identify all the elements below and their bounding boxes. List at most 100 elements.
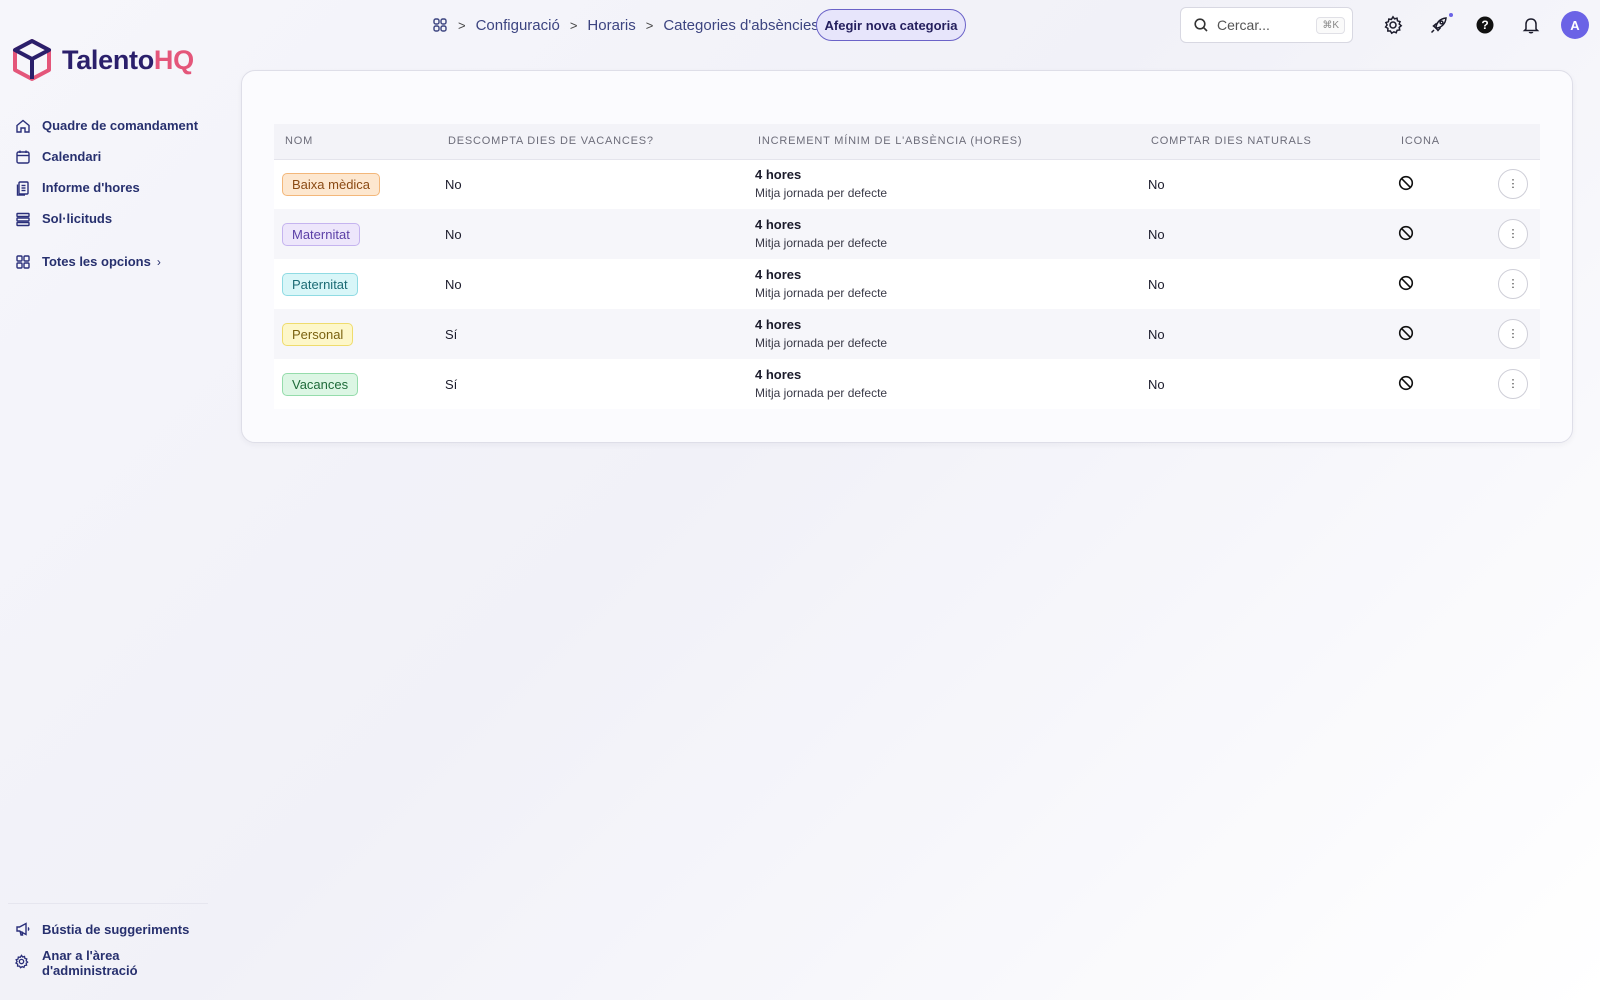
breadcrumb-item[interactable]: Configuració [476, 17, 560, 34]
column-header-natural-days[interactable]: Comptar dies naturals [1140, 124, 1390, 160]
column-header-discount[interactable]: Descompta dies de vacances? [437, 124, 747, 160]
search-input[interactable]: Cercar... ⌘K [1180, 7, 1353, 43]
category-badge[interactable]: Maternitat [282, 222, 360, 246]
sidebar-item-label: Quadre de comandament [42, 118, 199, 133]
cell-natural-days: No [1148, 226, 1165, 242]
chevron-right-icon: > [458, 17, 466, 33]
brand-name: TalentoHQ [62, 44, 194, 75]
column-header-icon: Icona [1390, 124, 1490, 160]
add-category-button[interactable]: Afegir nova categoria [816, 9, 966, 41]
more-vertical-icon: ⋮ [1507, 177, 1519, 190]
sidebar-item-dashboard[interactable]: Quadre de comandament [14, 110, 198, 141]
rocket-icon[interactable] [1428, 14, 1450, 36]
table-row[interactable]: Paternitat No 4 hores Mitja jornada per def… [274, 259, 1540, 309]
cell-increment: 4 hores Mitja jornada per defecte [747, 159, 1140, 209]
increment-value: 4 hores [755, 217, 802, 232]
increment-note: Mitja jornada per defecte [755, 386, 888, 400]
apps-grid-icon[interactable] [432, 17, 448, 33]
row-actions-button[interactable]: ⋮ [1498, 369, 1528, 399]
cell-name: Maternitat [274, 209, 437, 259]
cell-name: Vacances [274, 359, 437, 409]
sidebar-item-label: Anar a l'àrea d'administració [42, 948, 138, 978]
cell-natural-days: No [1148, 326, 1165, 342]
cell-actions: ⋮ [1490, 209, 1540, 259]
sidebar-item-label: Sol·licituds [42, 211, 113, 226]
table-row[interactable]: Vacances Sí 4 hores Mitja jornada per defec… [274, 359, 1540, 409]
column-header-actions [1490, 124, 1540, 160]
cell-increment: 4 hores Mitja jornada per defecte [747, 259, 1140, 309]
search-placeholder: Cercar... [1217, 17, 1270, 33]
more-vertical-icon: ⋮ [1507, 227, 1519, 240]
column-header-increment[interactable]: Increment mínim de l'absència (hores) [747, 124, 1140, 160]
cell-icon [1390, 159, 1490, 209]
category-badge[interactable]: Paternitat [282, 272, 358, 296]
cell-name: Personal [274, 309, 437, 359]
increment-value: 4 hores [755, 367, 802, 382]
ban-icon [1398, 325, 1414, 341]
sidebar-item-requests[interactable]: Sol·licituds [14, 203, 198, 234]
table-row[interactable]: Baixa mèdica No 4 hores Mitja jornada per d… [274, 159, 1540, 209]
table-header-row: Nom Descompta dies de vacances? Incremen… [274, 124, 1540, 160]
cell-icon [1390, 209, 1490, 259]
sidebar-item-label: Bústia de suggeriments [42, 921, 190, 937]
cell-name: Paternitat [274, 259, 437, 309]
brand-logo[interactable]: TalentoHQ [12, 38, 194, 82]
calendar-icon [14, 148, 32, 166]
increment-value: 4 hores [755, 317, 802, 332]
sidebar-item-admin[interactable]: Anar a l'àrea d'administració [14, 948, 208, 978]
category-badge[interactable]: Baixa mèdica [282, 172, 381, 196]
cell-actions: ⋮ [1490, 359, 1540, 409]
breadcrumb-item[interactable]: Horaris [587, 17, 635, 34]
cell-actions: ⋮ [1490, 159, 1540, 209]
breadcrumb-current: Categories d'absències [663, 16, 819, 34]
bell-icon[interactable] [1520, 14, 1542, 36]
increment-value: 4 hores [755, 267, 802, 282]
cell-icon [1390, 259, 1490, 309]
ban-icon [1398, 225, 1414, 241]
sidebar-item-all-options[interactable]: Totes les opcions › [14, 246, 198, 277]
category-badge[interactable]: Vacances [282, 372, 359, 396]
cell-icon [1390, 309, 1490, 359]
increment-value: 4 hores [755, 167, 802, 183]
cell-discount: No [445, 276, 462, 292]
grid-icon [14, 253, 32, 271]
sidebar-item-calendar[interactable]: Calendari [14, 141, 198, 172]
more-vertical-icon: ⋮ [1507, 327, 1519, 340]
row-actions-button[interactable]: ⋮ [1498, 269, 1528, 299]
help-icon[interactable]: ? [1474, 14, 1496, 36]
increment-note: Mitja jornada per defecte [755, 286, 888, 300]
avatar[interactable]: A [1561, 11, 1589, 39]
more-vertical-icon: ⋮ [1507, 377, 1519, 390]
ban-icon [1398, 275, 1414, 291]
sidebar: TalentoHQ Quadre de comandament Calendar… [0, 0, 220, 1000]
column-header-name[interactable]: Nom [274, 124, 437, 160]
chevron-right-icon: › [156, 254, 161, 269]
table-row[interactable]: Maternitat No 4 hores Mitja jornada per def… [274, 209, 1540, 259]
cell-discount: No [445, 176, 462, 192]
sidebar-item-label: Informe d'hores [42, 180, 140, 195]
cell-natural-days: No [1148, 276, 1165, 292]
settings-gear-icon[interactable] [1382, 14, 1404, 36]
sidebar-item-label: Totes les opcions [42, 254, 151, 269]
table-row[interactable]: Personal Sí 4 hores Mitja jornada per defec… [274, 309, 1540, 359]
row-actions-button[interactable]: ⋮ [1498, 219, 1528, 249]
increment-note: Mitja jornada per defecte [755, 336, 888, 350]
row-actions-button[interactable]: ⋮ [1498, 169, 1528, 200]
sidebar-item-feedback[interactable]: Bústia de suggeriments [14, 916, 208, 942]
cell-increment: 4 hores Mitja jornada per defecte [747, 359, 1140, 409]
sidebar-item-hours-report[interactable]: Informe d'hores [14, 172, 198, 203]
row-actions-button[interactable]: ⋮ [1498, 319, 1528, 349]
cell-icon [1390, 359, 1490, 409]
cell-discount: Sí [445, 326, 458, 342]
ban-icon [1398, 375, 1414, 391]
increment-note: Mitja jornada per defecte [755, 186, 888, 201]
category-badge[interactable]: Personal [282, 322, 354, 346]
gear-icon [14, 954, 30, 970]
ban-icon [1398, 175, 1414, 191]
categories-card: Nom Descompta dies de vacances? Incremen… [241, 70, 1573, 443]
svg-text:?: ? [1481, 18, 1488, 32]
cell-increment: 4 hores Mitja jornada per defecte [747, 209, 1140, 259]
search-icon [1193, 17, 1209, 33]
list-icon [14, 210, 32, 228]
sidebar-footer: Bústia de suggeriments Anar a l'àrea d'a… [8, 903, 208, 978]
